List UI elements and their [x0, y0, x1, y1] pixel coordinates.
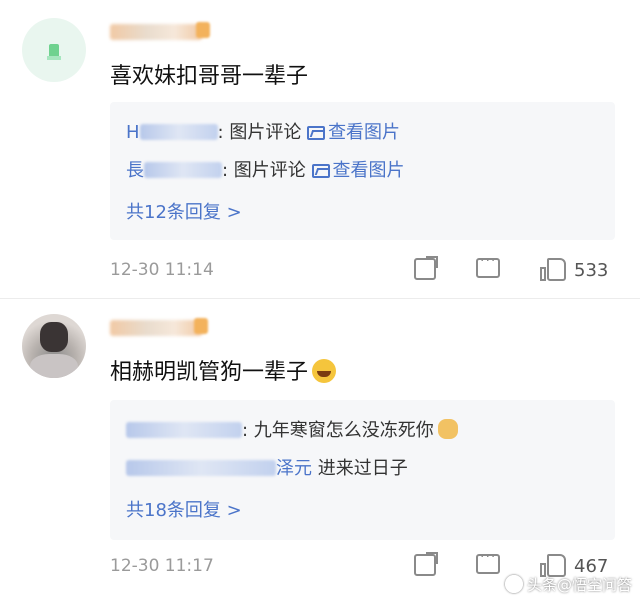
watermark-logo-icon — [504, 575, 523, 593]
comment-time: 12-30 11:17 — [110, 556, 214, 576]
avatar[interactable] — [22, 18, 86, 82]
like-icon-part — [540, 267, 546, 281]
reply-item[interactable]: H : 图片评论 查看图片 — [126, 118, 400, 144]
reply-text: : 图片评论 — [222, 160, 312, 181]
view-image-label: 查看图片 — [332, 160, 405, 181]
reply-username-blurred[interactable] — [139, 124, 218, 140]
reply-username[interactable]: H — [126, 122, 140, 143]
more-replies-link[interactable]: 共12条回复 > — [126, 198, 242, 224]
reply-text: : 图片评论 — [217, 122, 308, 143]
comment-text-content: 相赫明凯管狗一辈子 — [110, 360, 309, 385]
reply-item[interactable]: : 九年寒窗怎么没冻死你 — [126, 416, 458, 442]
view-image-label: 查看图片 — [328, 122, 401, 143]
comment-text: 喜欢妹扣哥哥一辈子 — [110, 64, 309, 89]
avatar-part — [30, 354, 78, 378]
share-icon[interactable] — [414, 552, 438, 576]
share-icon[interactable] — [414, 256, 438, 280]
laughing-face-emoji-icon — [312, 359, 337, 383]
username-blurred[interactable] — [110, 320, 202, 336]
reply-box[interactable]: H : 图片评论 查看图片 長 : 图片评论 查看图片 共12条回复 > — [110, 102, 615, 240]
comment-icon[interactable] — [476, 549, 500, 574]
reply-item[interactable]: 泽元 进来过日子 — [126, 454, 408, 480]
reply-username-blurred[interactable] — [144, 162, 222, 178]
comment-time: 12-30 11:14 — [110, 260, 214, 280]
reply-item[interactable]: 長 : 图片评论 查看图片 — [126, 156, 405, 182]
user-badge-icon — [196, 22, 210, 38]
avatar[interactable] — [22, 314, 86, 378]
reply-box[interactable]: : 九年寒窗怎么没冻死你 泽元 进来过日子 共18条回复 > — [110, 400, 615, 540]
image-icon — [307, 126, 326, 140]
comment-text: 相赫明凯管狗一辈子 — [110, 354, 337, 386]
avatar-part — [40, 322, 68, 352]
reply-username[interactable]: 長 — [126, 160, 144, 181]
view-image-link[interactable]: 查看图片 — [311, 160, 405, 181]
reply-username-blurred[interactable] — [126, 422, 242, 438]
username-blurred[interactable] — [110, 24, 202, 40]
dog-face-emoji-icon — [437, 419, 458, 439]
image-icon — [311, 164, 330, 178]
avatar-mark — [47, 56, 61, 60]
reply-text: : 九年寒窗怎么没冻死你 — [242, 420, 434, 441]
more-replies-link[interactable]: 共18条回复 > — [126, 496, 242, 522]
like-icon-part — [547, 258, 566, 281]
user-badge-icon — [194, 318, 208, 334]
comment-item: 相赫明凯管狗一辈子 : 九年寒窗怎么没冻死你 泽元 进来过日子 共18条回复 >… — [0, 300, 640, 601]
watermark: 头条@悟空问答 — [504, 574, 632, 595]
reply-username-suffix[interactable]: 泽元 — [276, 458, 312, 479]
reply-username-blurred[interactable] — [126, 460, 276, 476]
watermark-text: 头条@悟空问答 — [526, 576, 632, 594]
comment-item: 喜欢妹扣哥哥一辈子 H : 图片评论 查看图片 長 : 图片评论 查看图片 共12条… — [0, 0, 640, 300]
comment-icon[interactable] — [476, 253, 500, 278]
reply-text: 进来过日子 — [312, 458, 408, 479]
like-count[interactable]: 533 — [574, 260, 608, 281]
like-icon[interactable] — [540, 258, 566, 282]
view-image-link[interactable]: 查看图片 — [307, 122, 400, 143]
divider — [0, 298, 640, 299]
